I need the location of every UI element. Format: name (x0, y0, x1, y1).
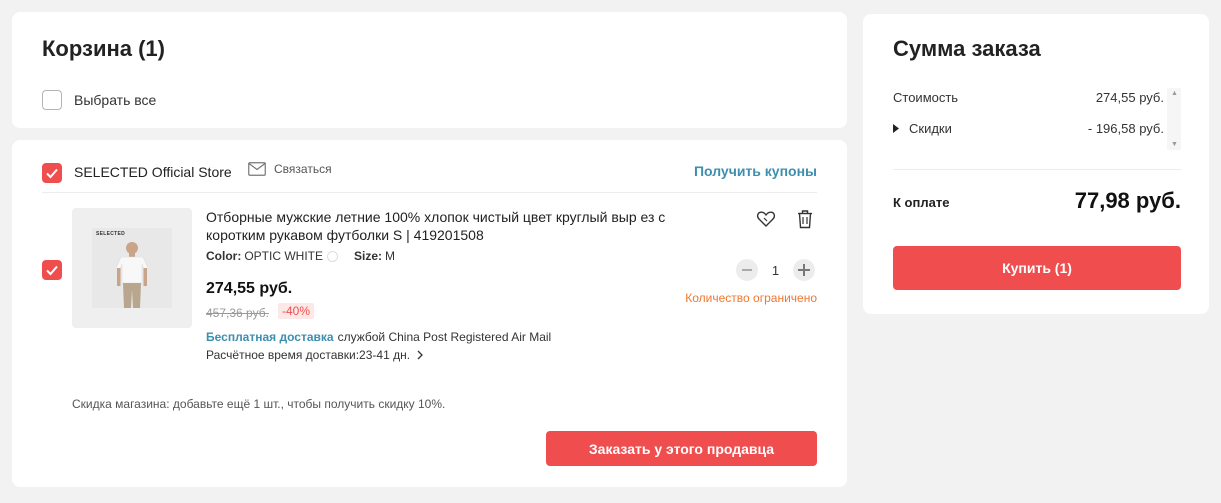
shipping-service: службой China Post Registered Air Mail (337, 330, 552, 344)
quantity-value[interactable]: 1 (758, 263, 793, 278)
quantity-decrease-button[interactable] (736, 259, 758, 281)
color-value: OPTIC WHITE (244, 249, 323, 263)
delivery-estimate-link[interactable]: Расчётное время доставки:23-41 дн. (206, 348, 424, 362)
store-card: SELECTED Official Store Связаться Получи… (12, 140, 847, 487)
discounts-value: - 196,58 руб. (1087, 121, 1164, 136)
shipping-info: Бесплатная доставка службой China Post Re… (206, 330, 551, 344)
envelope-icon (248, 162, 266, 176)
tshirt-model-image (115, 242, 149, 308)
product-attributes: Color: OPTIC WHITE Size: M (206, 249, 395, 263)
cart-header-card: Корзина (1) Выбрать все (12, 12, 847, 128)
summary-title: Сумма заказа (893, 36, 1041, 61)
quantity-increase-button[interactable] (793, 259, 815, 281)
get-coupons-link[interactable]: Получить купоны (694, 163, 817, 179)
store-checkbox[interactable] (42, 163, 62, 183)
size-value: M (385, 249, 396, 263)
wishlist-heart-icon[interactable] (755, 208, 777, 230)
chevron-right-icon (417, 350, 423, 360)
store-discount-note: Скидка магазина: добавьте ещё 1 шт., что… (72, 397, 446, 411)
size-key: Size: (354, 249, 383, 263)
caret-right-icon (893, 124, 899, 133)
discount-badge: -40% (278, 303, 315, 319)
item-checkbox[interactable] (42, 260, 62, 280)
contact-seller-label: Связаться (274, 162, 332, 176)
summary-scrollbar[interactable]: ▲ ▼ (1167, 88, 1181, 150)
divider (42, 192, 817, 193)
delivery-estimate: Расчётное время доставки:23-41 дн. (206, 348, 411, 362)
product-thumbnail[interactable]: SELECTED (72, 208, 192, 328)
trash-icon[interactable] (794, 208, 816, 230)
contact-seller-link[interactable]: Связаться (248, 162, 332, 176)
check-icon (46, 168, 58, 179)
scroll-up-icon[interactable]: ▲ (1171, 90, 1178, 97)
order-summary-card: Сумма заказа Стоимость 274,55 руб. Скидк… (863, 14, 1209, 314)
scroll-down-icon[interactable]: ▼ (1171, 141, 1178, 148)
pay-total: 77,98 руб. (1074, 188, 1181, 213)
check-icon (46, 265, 58, 276)
cart-title: Корзина (1) (42, 36, 165, 61)
cost-value: 274,55 руб. (1095, 90, 1164, 105)
discounts-row[interactable]: Скидки - 196,58 руб. (893, 121, 1164, 136)
item-price: 274,55 руб. (206, 280, 293, 297)
discounts-toggle[interactable]: Скидки (893, 121, 952, 136)
discounts-label: Скидки (909, 121, 952, 136)
pay-label: К оплате (893, 195, 950, 210)
cost-row: Стоимость 274,55 руб. (893, 90, 1164, 105)
cost-label: Стоимость (893, 90, 959, 105)
store-name[interactable]: SELECTED Official Store (74, 164, 232, 180)
select-all-checkbox[interactable] (42, 90, 62, 110)
select-all-label[interactable]: Выбрать все (74, 92, 156, 108)
divider (893, 169, 1181, 170)
color-swatch (327, 250, 338, 262)
quantity-limited-note: Количество ограничено (685, 291, 817, 305)
free-shipping-label: Бесплатная доставка (206, 330, 334, 344)
quantity-stepper: 1 (736, 259, 815, 281)
color-key: Color: (206, 249, 242, 263)
buy-button[interactable]: Купить (1) (893, 246, 1181, 290)
product-title[interactable]: Отборные мужские летние 100% хлопок чист… (206, 208, 676, 244)
order-from-seller-button[interactable]: Заказать у этого продавца (546, 431, 817, 466)
product-image: SELECTED (92, 228, 172, 308)
item-old-price: 457,36 руб. (206, 306, 269, 320)
